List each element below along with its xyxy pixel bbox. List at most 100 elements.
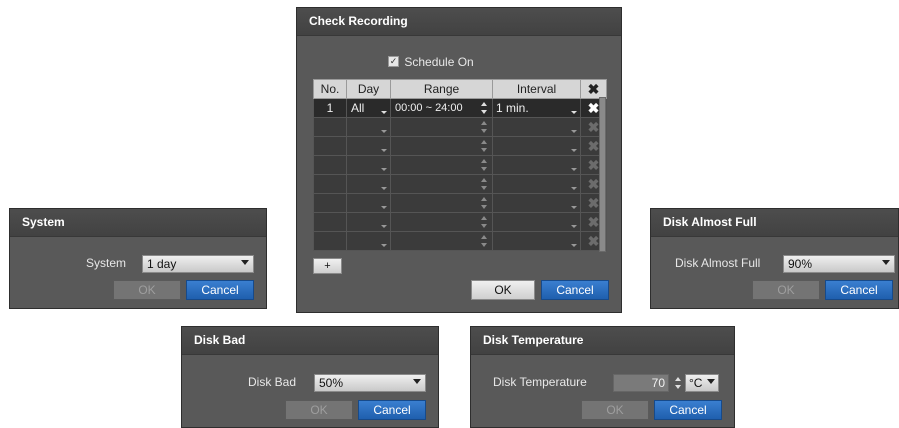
chevron-down-icon: [381, 244, 387, 247]
disk-almost-full-dialog: Disk Almost Full Disk Almost Full 90% OK…: [650, 208, 899, 309]
chevron-down-icon: [381, 206, 387, 209]
table-row[interactable]: 1 All 00:00 ~ 24:00 1 min. ✖: [313, 98, 607, 118]
column-header-range: Range: [390, 79, 493, 99]
interval-cell[interactable]: [492, 136, 581, 156]
chevron-down-icon: [571, 149, 577, 152]
spinner-arrows-icon[interactable]: [481, 178, 488, 190]
row-number-cell: 1: [313, 98, 347, 118]
checkbox-checked-icon[interactable]: ✓: [388, 56, 399, 68]
day-cell[interactable]: [346, 136, 391, 156]
cancel-button[interactable]: Cancel: [541, 280, 609, 300]
range-cell[interactable]: [390, 231, 493, 251]
temperature-value: 70: [651, 376, 665, 390]
cancel-button[interactable]: Cancel: [825, 280, 893, 300]
chevron-down-icon: [571, 111, 577, 114]
range-cell[interactable]: 00:00 ~ 24:00: [390, 98, 493, 118]
chevron-down-icon: [381, 130, 387, 133]
spinner-arrows-icon[interactable]: [675, 377, 682, 389]
spinner-arrows-icon[interactable]: [481, 235, 488, 247]
chevron-down-icon: [381, 225, 387, 228]
day-cell[interactable]: [346, 117, 391, 137]
table-row[interactable]: ✖: [313, 155, 607, 175]
chevron-down-icon: [381, 111, 387, 114]
chevron-down-icon: [707, 379, 715, 384]
spinner-arrows-icon[interactable]: [481, 102, 488, 114]
interval-cell[interactable]: [492, 155, 581, 175]
day-cell[interactable]: All: [346, 98, 391, 118]
table-row[interactable]: ✖: [313, 117, 607, 137]
spinner-arrows-icon[interactable]: [481, 140, 488, 152]
range-cell[interactable]: [390, 212, 493, 232]
range-cell[interactable]: [390, 117, 493, 137]
interval-cell[interactable]: [492, 193, 581, 213]
system-select[interactable]: 1 day: [142, 255, 254, 273]
cancel-button[interactable]: Cancel: [186, 280, 254, 300]
schedule-on-checkbox[interactable]: ✓ Schedule On: [388, 54, 474, 69]
system-dialog: System System 1 day OK Cancel: [9, 208, 267, 309]
ok-button[interactable]: OK: [752, 280, 820, 300]
spinner-arrows-icon[interactable]: [481, 121, 488, 133]
cancel-button[interactable]: Cancel: [358, 400, 426, 420]
chevron-down-icon: [571, 187, 577, 190]
table-row[interactable]: ✖: [313, 231, 607, 251]
chevron-down-icon: [381, 168, 387, 171]
table-row[interactable]: ✖: [313, 212, 607, 232]
temperature-input[interactable]: 70: [613, 374, 669, 392]
range-cell[interactable]: [390, 174, 493, 194]
table-row[interactable]: ✖: [313, 136, 607, 156]
interval-cell[interactable]: [492, 231, 581, 251]
day-cell[interactable]: [346, 212, 391, 232]
range-cell[interactable]: [390, 136, 493, 156]
row-number-cell: [313, 231, 347, 251]
day-cell[interactable]: [346, 155, 391, 175]
table-scrollbar[interactable]: [599, 97, 606, 252]
disk-almost-full-select[interactable]: 90%: [783, 255, 895, 273]
ok-button[interactable]: OK: [285, 400, 353, 420]
chevron-down-icon: [381, 187, 387, 190]
temperature-unit-value: °C: [689, 376, 703, 390]
disk-temperature-label: Disk Temperature: [493, 375, 587, 389]
cancel-button[interactable]: Cancel: [654, 400, 722, 420]
temperature-spinner[interactable]: [674, 375, 683, 391]
interval-cell[interactable]: [492, 212, 581, 232]
table-row[interactable]: ✖: [313, 174, 607, 194]
add-schedule-button[interactable]: +: [313, 258, 342, 274]
disk-bad-label: Disk Bad: [248, 375, 297, 389]
temperature-unit-select[interactable]: °C: [685, 374, 719, 392]
spinner-arrows-icon[interactable]: [481, 159, 488, 171]
chevron-down-icon: [571, 206, 577, 209]
day-cell[interactable]: [346, 231, 391, 251]
row-number-cell: [313, 117, 347, 137]
chevron-down-icon: [571, 244, 577, 247]
interval-value: 1 min.: [496, 101, 529, 115]
row-number: 1: [326, 101, 334, 115]
disk-almost-full-value: 90%: [788, 257, 813, 271]
day-cell[interactable]: [346, 193, 391, 213]
day-cell[interactable]: [346, 174, 391, 194]
chevron-down-icon: [241, 260, 249, 265]
spinner-arrows-icon[interactable]: [481, 216, 488, 228]
interval-cell[interactable]: [492, 117, 581, 137]
row-number-cell: [313, 174, 347, 194]
range-value: 00:00 ~ 24:00: [395, 102, 463, 114]
table-row[interactable]: ✖: [313, 193, 607, 213]
row-number-cell: [313, 212, 347, 232]
dialog-title: Disk Almost Full: [651, 209, 898, 237]
interval-cell[interactable]: [492, 174, 581, 194]
spinner-arrows-icon[interactable]: [481, 197, 488, 209]
delete-all-icon[interactable]: ✖: [581, 80, 606, 98]
interval-cell[interactable]: 1 min.: [492, 98, 581, 118]
row-number-cell: [313, 136, 347, 156]
ok-button[interactable]: OK: [113, 280, 181, 300]
disk-bad-select[interactable]: 50%: [314, 374, 426, 392]
range-cell[interactable]: [390, 155, 493, 175]
schedule-on-label: Schedule On: [404, 54, 474, 69]
delete-all-header[interactable]: ✖: [580, 79, 607, 99]
ok-button[interactable]: OK: [581, 400, 649, 420]
dialog-title: Check Recording: [297, 8, 621, 36]
ok-button[interactable]: OK: [471, 280, 535, 300]
chevron-down-icon: [413, 379, 421, 384]
range-cell[interactable]: [390, 193, 493, 213]
disk-almost-full-label: Disk Almost Full: [675, 256, 761, 270]
disk-bad-value: 50%: [319, 376, 344, 390]
